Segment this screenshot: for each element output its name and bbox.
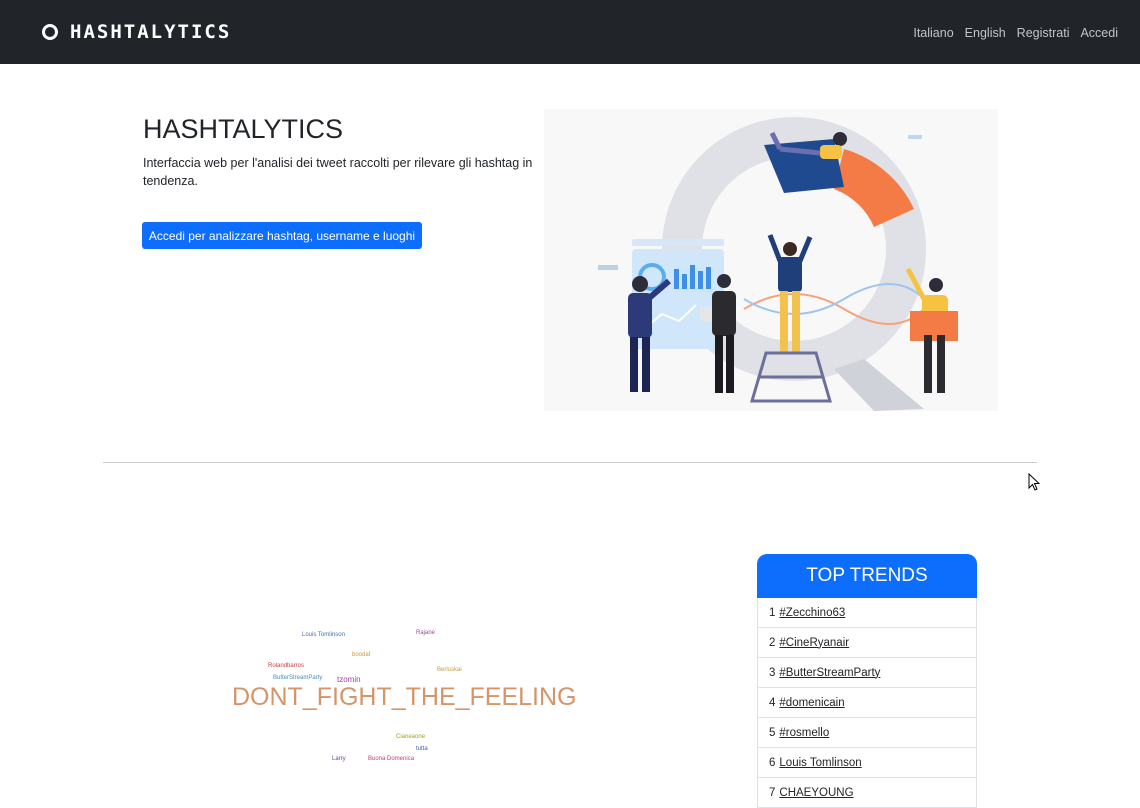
trend-rank: 6 [769,756,776,769]
top-trends-panel: TOP TRENDS 1 #Zecchino63 2 #CineRyanair … [757,554,977,808]
cloud-word-main: DONT_FIGHT_THE_FEELING [232,683,577,711]
cloud-word: Louis Tomlinson [302,632,345,638]
trend-row: 5 #rosmello [757,718,977,748]
trend-row: 6 Louis Tomlinson [757,748,977,778]
trend-rank: 7 [769,786,776,799]
cloud-word: tutta [416,746,428,752]
trend-link[interactable]: #rosmello [779,727,829,739]
cloud-word: Cianeaone [396,734,426,740]
nav-link-italiano[interactable]: Italiano [913,26,953,40]
page-title: HASHTALYTICS [143,114,344,144]
cloud-word: ButterStreamParty [273,675,323,681]
brand-name: HASHTALYTICS [70,21,232,43]
trend-rank: 1 [769,606,776,619]
trend-rank: 4 [769,696,776,709]
brand[interactable]: HASHTALYTICS [42,21,231,43]
logo-ring-icon [42,24,58,40]
trend-row: 4 #domenicain [757,688,977,718]
section-divider [103,462,1037,463]
trend-rank: 5 [769,726,776,739]
nav-link-accedi[interactable]: Accedi [1080,26,1118,40]
trend-row: 2 #CineRyanair [757,628,977,658]
cloud-word: Rajane [416,630,436,636]
cloud-word: Berluskai [437,667,462,673]
mouse-pointer-icon [1028,473,1041,491]
trend-rank: 2 [769,636,776,649]
hashtag-word-cloud: Louis Tomlinson Rajane boodaf Rolandbarr… [230,620,577,770]
trend-row: 1 #Zecchino63 [757,598,977,628]
trend-link[interactable]: #CineRyanair [779,637,849,649]
trend-link[interactable]: #ButterStreamParty [779,667,880,679]
cloud-word: Larry [332,756,346,762]
login-analyze-button[interactable]: Accedi per analizzare hashtag, username … [142,222,422,249]
nav-link-english[interactable]: English [965,26,1006,40]
trend-link[interactable]: #Zecchino63 [779,607,845,619]
nav-link-registrati[interactable]: Registrati [1017,26,1070,40]
trend-link[interactable]: CHAEYOUNG [779,787,853,799]
top-trends-title: TOP TRENDS [757,554,977,598]
trend-link[interactable]: Louis Tomlinson [779,757,861,769]
trend-link[interactable]: #domenicain [779,697,844,709]
cloud-word: Rolandbarros [268,663,305,669]
hero-description: Interfaccia web per l'analisi dei tweet … [143,156,533,188]
nav-links: Italiano English Registrati Accedi [913,26,1118,40]
trend-row: 7 CHAEYOUNG [757,778,977,808]
hero-illustration [544,109,998,411]
cloud-word: Buona Domenica [368,756,415,762]
navbar: HASHTALYTICS Italiano English Registrati… [0,0,1140,64]
trend-row: 3 #ButterStreamParty [757,658,977,688]
cloud-word: boodaf [352,652,371,658]
trend-rank: 3 [769,666,776,679]
